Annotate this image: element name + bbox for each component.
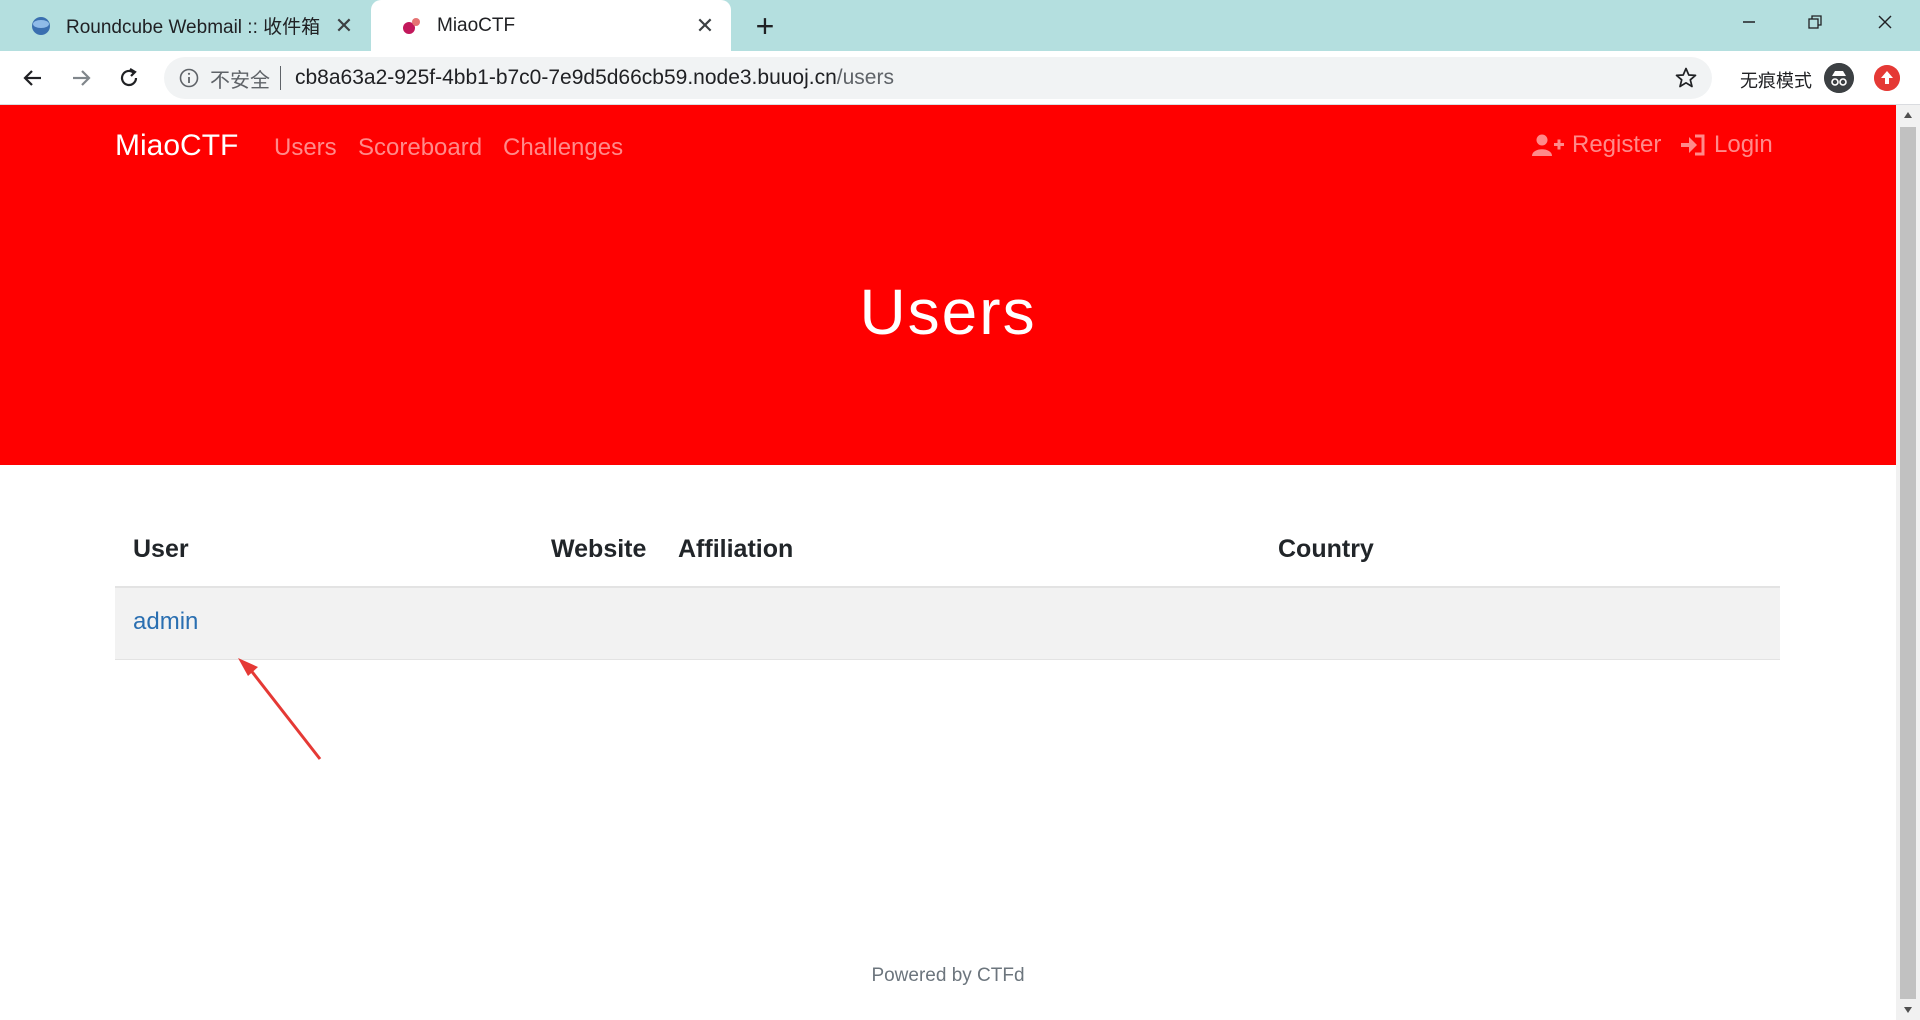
browser-tab-bar: Roundcube Webmail :: 收件箱 ✕ MiaoCTF ✕ + — [0, 0, 1920, 51]
reload-icon[interactable] — [112, 61, 146, 95]
register-link[interactable]: Register — [1532, 131, 1661, 159]
minimize-icon[interactable] — [1720, 0, 1778, 44]
register-label: Register — [1572, 131, 1662, 158]
tab-miaoctf[interactable]: MiaoCTF ✕ — [371, 0, 731, 51]
table-header-affiliation[interactable]: Affiliation — [678, 535, 793, 564]
page-viewport: MiaoCTF Users Scoreboard Challenges Regi… — [0, 105, 1896, 1020]
address-separator — [280, 66, 281, 90]
tab-close-icon[interactable]: ✕ — [693, 14, 717, 38]
restore-icon[interactable] — [1786, 0, 1844, 44]
nav-link-challenges[interactable]: Challenges — [503, 134, 623, 162]
login-label: Login — [1714, 131, 1773, 158]
page-scrollbar[interactable] — [1896, 105, 1920, 1020]
login-link[interactable]: Login — [1680, 131, 1773, 159]
incognito-icon[interactable] — [1824, 63, 1854, 93]
table-header-website[interactable]: Website — [551, 535, 646, 564]
user-plus-icon — [1532, 134, 1564, 156]
security-label: 不安全 — [210, 69, 270, 92]
table-header-country[interactable]: Country — [1278, 535, 1374, 564]
forward-arrow-icon[interactable] — [64, 61, 98, 95]
url-text: cb8a63a2-925f-4bb1-b7c0-7e9d5d66cb59.nod… — [295, 66, 894, 90]
new-tab-plus-icon[interactable]: + — [750, 10, 780, 42]
annotation-arrow-icon — [238, 658, 322, 760]
tab-title: MiaoCTF — [437, 14, 516, 36]
info-icon[interactable] — [178, 67, 200, 89]
scrollbar-thumb[interactable] — [1900, 127, 1916, 999]
sign-in-icon — [1681, 134, 1705, 156]
address-bar[interactable]: 不安全 cb8a63a2-925f-4bb1-b7c0-7e9d5d66cb59… — [164, 57, 1712, 99]
url-host: cb8a63a2-925f-4bb1-b7c0-7e9d5d66cb59.nod… — [295, 66, 837, 89]
ctfd-favicon-icon — [403, 17, 420, 34]
incognito-label[interactable]: 无痕模式 — [1740, 67, 1812, 93]
window-close-icon[interactable] — [1856, 0, 1914, 44]
back-arrow-icon[interactable] — [16, 61, 50, 95]
browser-toolbar: 不安全 cb8a63a2-925f-4bb1-b7c0-7e9d5d66cb59… — [0, 51, 1920, 105]
roundcube-favicon-icon — [32, 16, 50, 35]
bookmark-star-icon[interactable] — [1674, 66, 1698, 90]
tab-roundcube[interactable]: Roundcube Webmail :: 收件箱 ✕ — [0, 0, 370, 51]
tab-close-icon[interactable]: ✕ — [332, 14, 356, 38]
tab-title: Roundcube Webmail :: 收件箱 — [66, 17, 321, 38]
url-path: /users — [836, 66, 894, 89]
update-arrow-icon[interactable] — [1874, 65, 1900, 91]
footer-powered-by[interactable]: Powered by CTFd — [0, 965, 1896, 987]
scroll-up-arrow-icon[interactable] — [1896, 105, 1920, 125]
scroll-down-arrow-icon[interactable] — [1896, 1000, 1920, 1020]
